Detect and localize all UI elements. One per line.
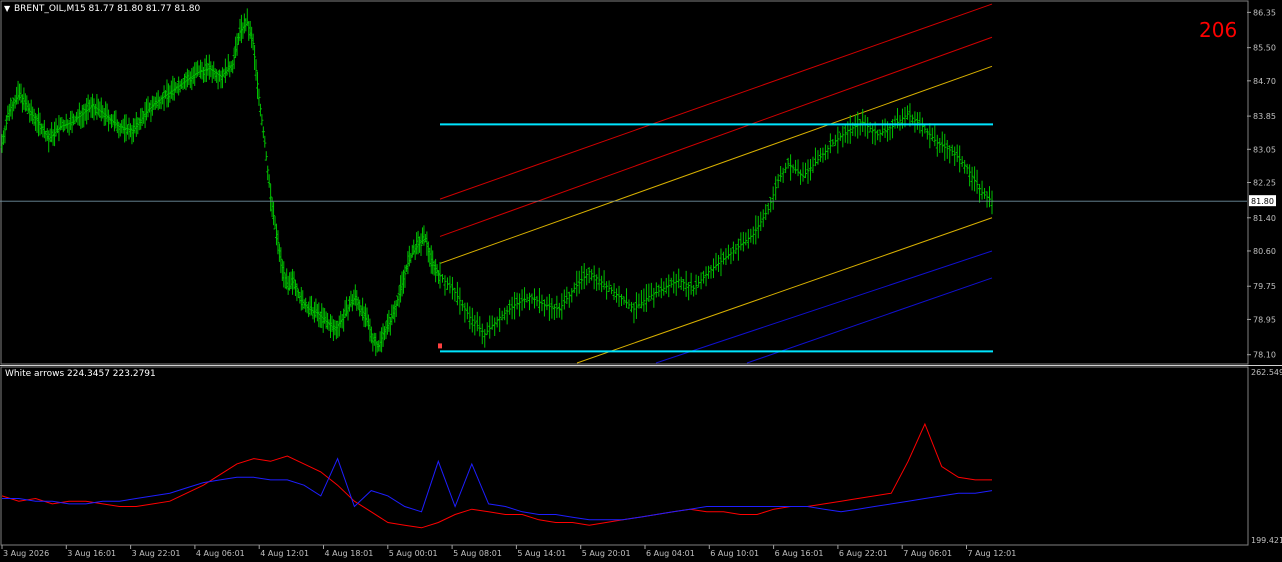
time-tick-label: 5 Aug 00:01 — [389, 549, 438, 558]
price-tick-label: 83.05 — [1253, 145, 1276, 154]
indicator-tick-label: 199.421 — [1251, 536, 1282, 545]
indicator-label: White arrows 224.3457 223.2791 — [5, 369, 156, 379]
price-tick-label: 83.85 — [1253, 112, 1276, 121]
symbol-menu-icon[interactable]: ▼ — [4, 4, 11, 13]
price-tick-label: 80.60 — [1253, 247, 1276, 256]
time-tick-label: 6 Aug 10:01 — [710, 549, 759, 558]
price-tick-label: 84.70 — [1253, 77, 1276, 86]
price-tick-label: 78.95 — [1253, 315, 1276, 324]
current-price-label: 81.80 — [1251, 197, 1274, 206]
counter-label: 206 — [1199, 18, 1237, 42]
price-tick-label: 85.50 — [1253, 44, 1276, 53]
trading-chart[interactable]: 86.35 85.50 84.70 83.85 83.05 82.25 81.40 80.60… — [0, 0, 1282, 562]
time-tick-label: 4 Aug 18:01 — [325, 549, 374, 558]
price-tick-label: 82.25 — [1253, 179, 1276, 188]
price-tick-label: 79.75 — [1253, 282, 1276, 291]
time-tick-label: 4 Aug 06:01 — [196, 549, 245, 558]
time-tick-label: 3 Aug 16:01 — [67, 549, 116, 558]
price-tick-label: 81.40 — [1253, 214, 1276, 223]
time-tick-label: 3 Aug 2026 — [3, 549, 49, 558]
time-tick-label: 3 Aug 22:01 — [132, 549, 181, 558]
symbol-info: BRENT_OIL,M15 81.77 81.80 81.77 81.80 — [14, 4, 200, 14]
signal-arrow-icon — [438, 343, 442, 349]
time-tick-label: 5 Aug 20:01 — [582, 549, 631, 558]
indicator-tick-label: 262.549 — [1251, 368, 1282, 377]
time-tick-label: 6 Aug 16:01 — [775, 549, 824, 558]
time-tick-label: 5 Aug 08:01 — [453, 549, 502, 558]
time-tick-label: 6 Aug 22:01 — [839, 549, 888, 558]
price-tick-label: 86.35 — [1253, 8, 1276, 17]
time-tick-label: 7 Aug 12:01 — [968, 549, 1017, 558]
time-tick-label: 6 Aug 04:01 — [646, 549, 695, 558]
time-tick-label: 7 Aug 06:01 — [903, 549, 952, 558]
time-tick-label: 5 Aug 14:01 — [517, 549, 566, 558]
time-tick-label: 4 Aug 12:01 — [260, 549, 309, 558]
price-tick-label: 78.10 — [1253, 351, 1276, 360]
